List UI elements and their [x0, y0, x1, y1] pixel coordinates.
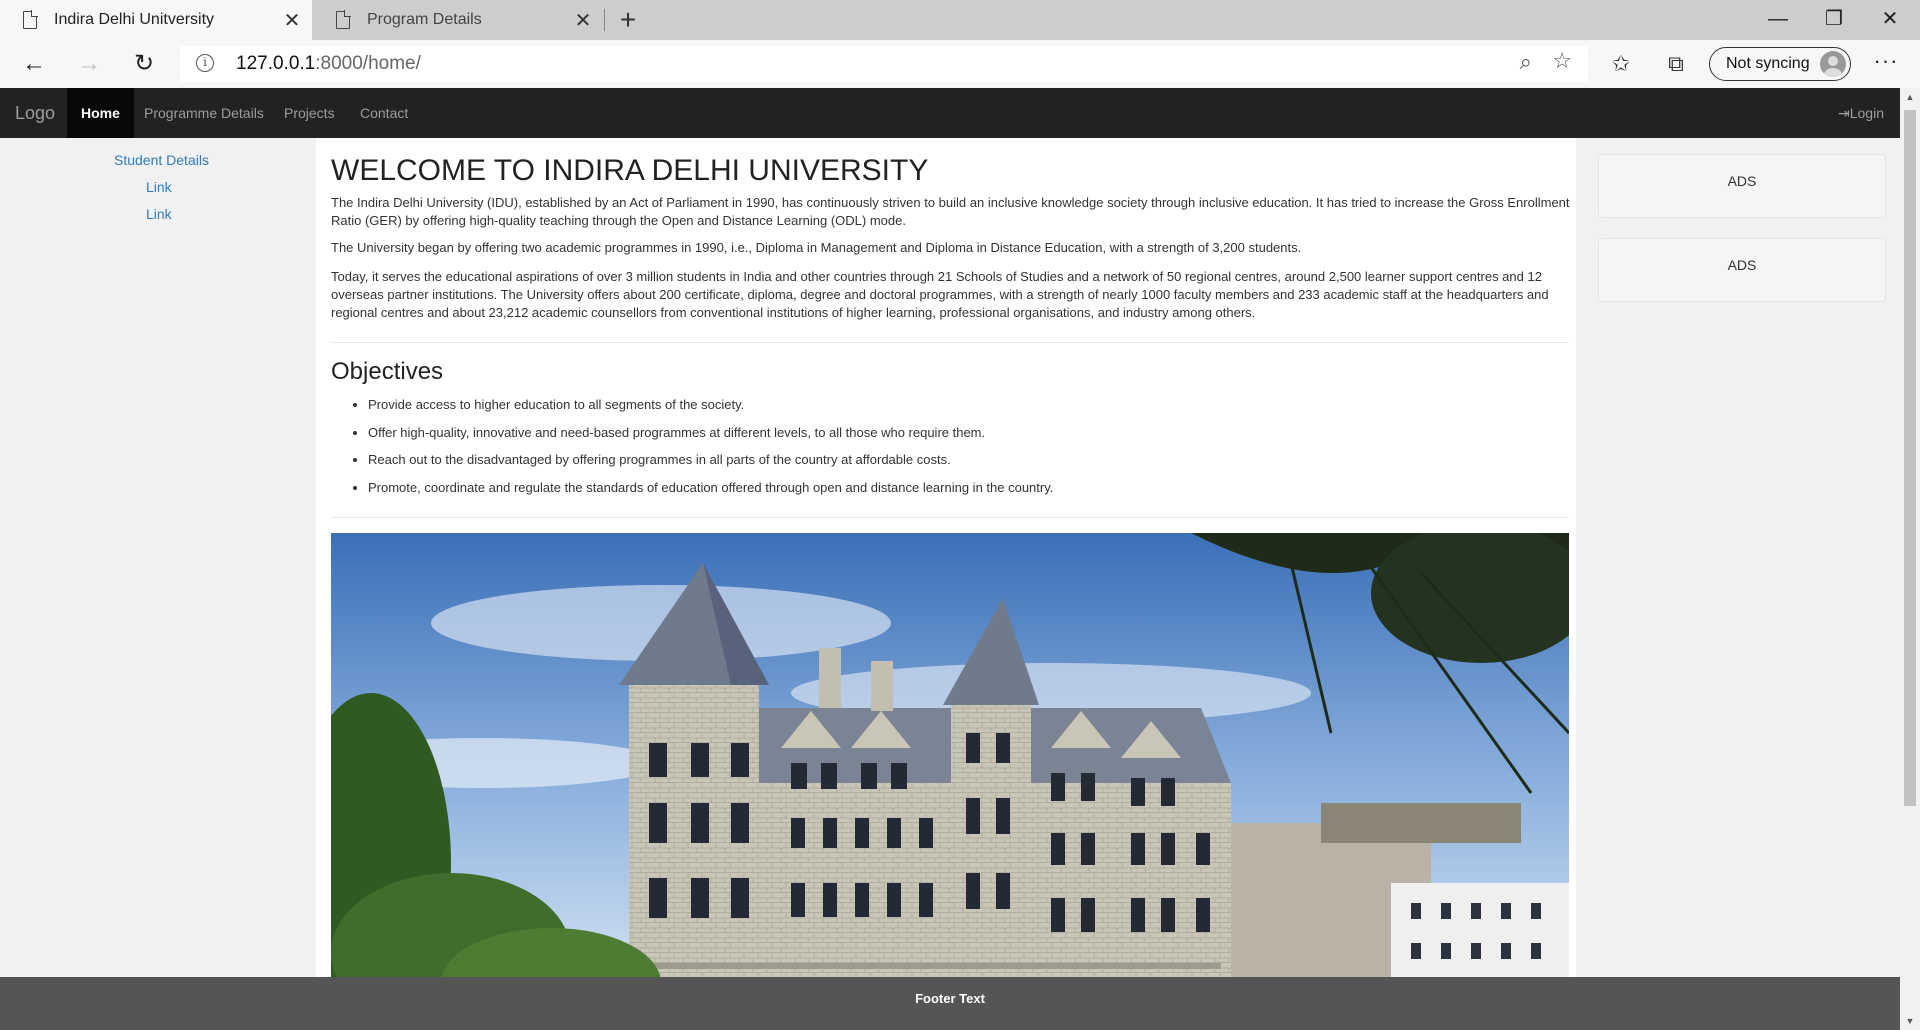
more-icon[interactable]: ···: [1868, 48, 1904, 80]
tab-program-details[interactable]: Program Details ✕: [313, 0, 603, 40]
url-path: :8000/home/: [315, 53, 421, 74]
favorites-icon[interactable]: ✩: [1603, 48, 1639, 80]
sidebar-link-student-details[interactable]: Student Details: [114, 152, 209, 168]
page-title: WELCOME TO INDIRA DELHI UNIVERSITY: [331, 154, 929, 187]
history-paragraph: The University began by offering two aca…: [331, 240, 1302, 255]
url-text: 127.0.0.1:8000/home/: [236, 53, 421, 75]
site-navbar: Logo Home Programme Details Projects Con…: [0, 88, 1900, 138]
sync-label: Not syncing: [1726, 55, 1810, 72]
page-viewport: Logo Home Programme Details Projects Con…: [0, 88, 1900, 1030]
close-window-button[interactable]: ✕: [1862, 0, 1918, 40]
collections-icon[interactable]: ⧉: [1658, 48, 1694, 80]
profile-sync-button[interactable]: Not syncing: [1709, 47, 1851, 81]
nav-contact[interactable]: Contact: [346, 88, 422, 138]
info-icon[interactable]: i: [196, 54, 214, 72]
page-icon: [23, 10, 38, 29]
nav-projects[interactable]: Projects: [270, 88, 349, 138]
scroll-up-arrow-icon[interactable]: ▲: [1900, 88, 1920, 106]
login-link[interactable]: ⇥Login: [1838, 88, 1884, 138]
ad-box[interactable]: ADS: [1598, 238, 1886, 302]
tab-home[interactable]: Indira Delhi Unitversity ✕: [0, 0, 312, 40]
campus-building-image: [331, 533, 1569, 1003]
sidebar-link[interactable]: Link: [146, 179, 172, 195]
divider: [331, 342, 1569, 343]
left-sidebar: Student Details Link Link: [0, 138, 316, 1030]
nav-programme-details[interactable]: Programme Details: [130, 88, 278, 138]
main-content: WELCOME TO INDIRA DELHI UNIVERSITY The I…: [316, 138, 1576, 1030]
browser-toolbar: ← → ↻ i 127.0.0.1:8000/home/ ⌕ ☆ ✩ ⧉ Not…: [0, 40, 1920, 88]
site-logo[interactable]: Logo: [0, 88, 70, 138]
login-label: Login: [1849, 105, 1884, 121]
favorite-star-icon[interactable]: ☆: [1552, 48, 1572, 74]
list-item: Promote, coordinate and regulate the sta…: [368, 479, 1528, 497]
current-paragraph: Today, it serves the educational aspirat…: [331, 269, 1549, 320]
sidebar-link[interactable]: Link: [146, 206, 172, 222]
restore-button[interactable]: ❐: [1806, 0, 1862, 40]
page-footer: Footer Text: [0, 977, 1900, 1030]
tab-title: Indira Delhi Unitversity: [54, 11, 215, 28]
page-icon: [336, 10, 351, 29]
forward-button[interactable]: →: [71, 46, 107, 82]
minimize-button[interactable]: —: [1750, 0, 1806, 40]
objectives-list: Provide access to higher education to al…: [368, 396, 1528, 506]
new-tab-button[interactable]: +: [613, 3, 643, 37]
close-tab-icon[interactable]: ✕: [272, 8, 312, 33]
login-icon: ⇥: [1838, 105, 1850, 121]
list-item: Reach out to the disadvantaged by offeri…: [368, 451, 1528, 469]
objectives-heading: Objectives: [331, 358, 444, 385]
back-button[interactable]: ←: [16, 46, 52, 82]
list-item: Offer high-quality, innovative and need-…: [368, 424, 1528, 442]
scroll-thumb[interactable]: [1904, 110, 1916, 806]
right-sidebar: ADS ADS: [1576, 138, 1900, 1030]
browser-tab-bar: Indira Delhi Unitversity ✕ Program Detai…: [0, 0, 1920, 40]
divider: [331, 517, 1569, 518]
intro-paragraph: The Indira Delhi University (IDU), estab…: [331, 195, 1570, 228]
tab-title: Program Details: [367, 11, 482, 28]
refresh-button[interactable]: ↻: [126, 46, 162, 82]
scroll-down-arrow-icon[interactable]: ▼: [1900, 1012, 1920, 1030]
address-bar[interactable]: i 127.0.0.1:8000/home/ ⌕ ☆: [180, 46, 1588, 82]
close-tab-icon[interactable]: ✕: [563, 8, 603, 33]
ad-box[interactable]: ADS: [1598, 154, 1886, 218]
zoom-icon[interactable]: ⌕: [1520, 49, 1532, 75]
avatar-icon: [1820, 51, 1846, 77]
tab-separator: [604, 9, 605, 31]
url-host: 127.0.0.1: [236, 53, 316, 74]
list-item: Provide access to higher education to al…: [368, 396, 1528, 414]
nav-home[interactable]: Home: [67, 88, 134, 138]
page-scrollbar[interactable]: ▲ ▼: [1900, 88, 1920, 1030]
